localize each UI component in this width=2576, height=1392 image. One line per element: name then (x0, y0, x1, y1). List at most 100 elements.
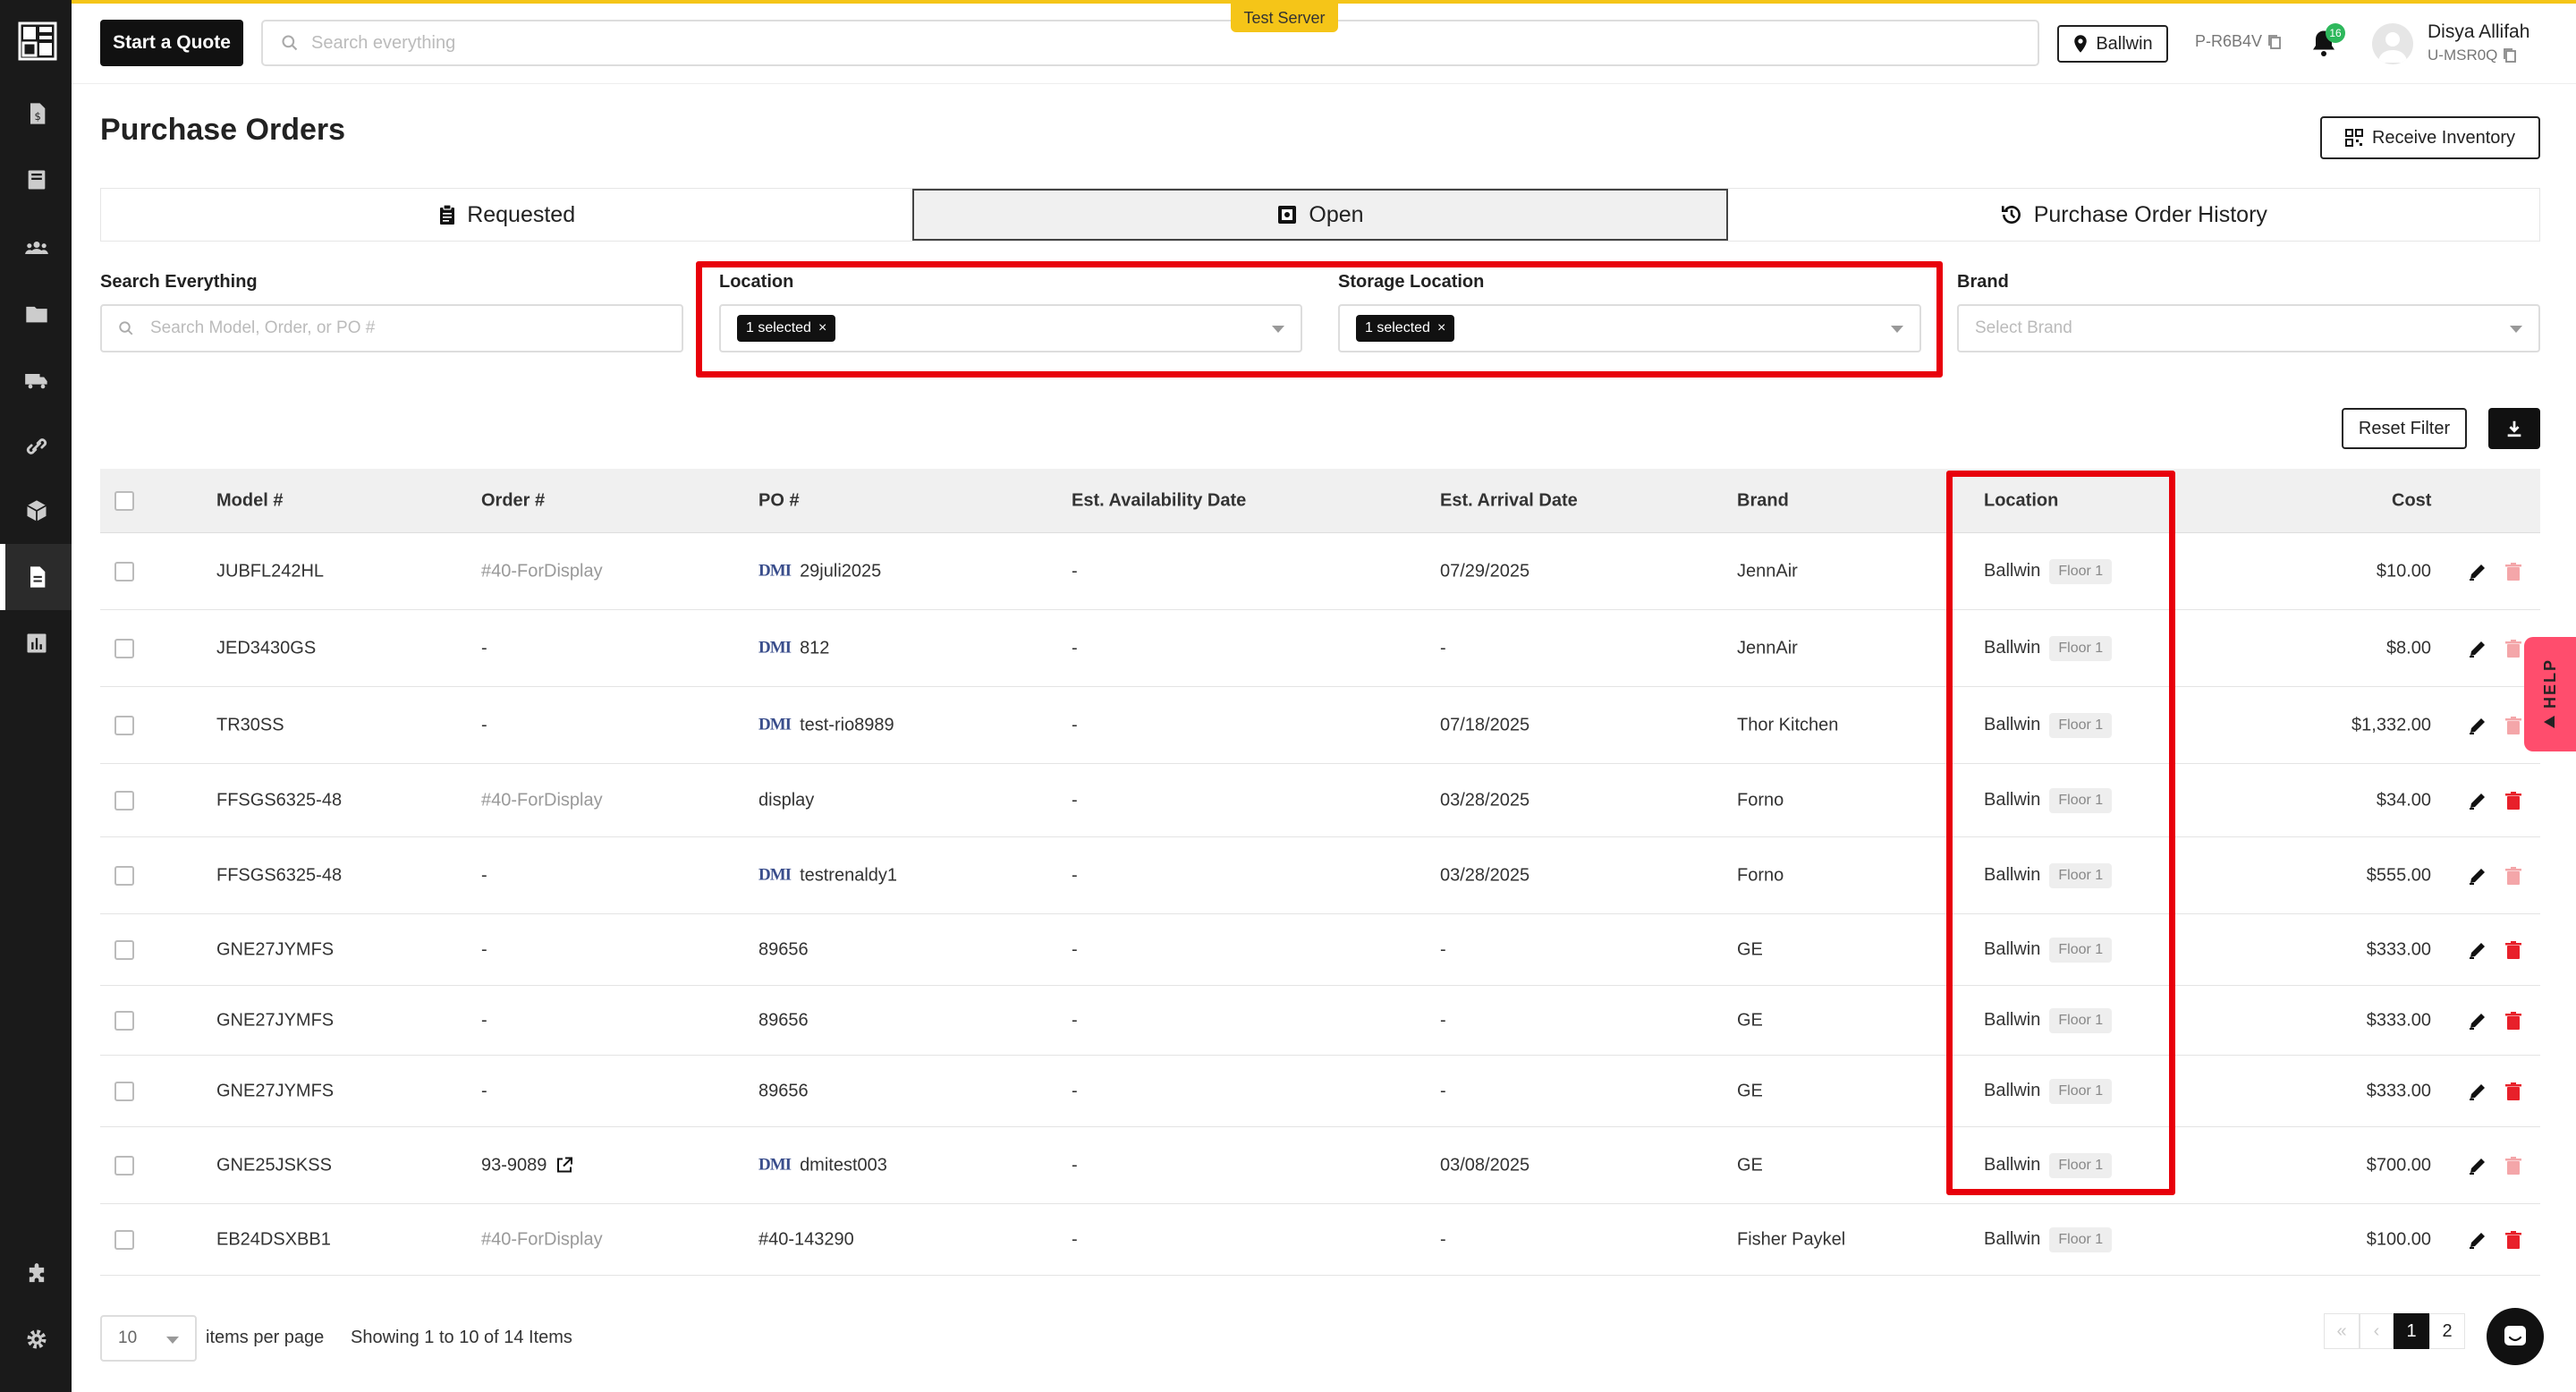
col-model[interactable]: Model # (216, 490, 283, 511)
edit-icon[interactable] (2467, 1010, 2488, 1031)
user-avatar[interactable] (2372, 23, 2413, 64)
page-1-button[interactable]: 1 (2394, 1313, 2429, 1349)
cell-brand: GE (1737, 1155, 1763, 1175)
brand-filter-select[interactable]: Select Brand (1957, 304, 2540, 352)
delete-icon[interactable] (2503, 939, 2524, 961)
location-selector-button[interactable]: Ballwin (2057, 25, 2168, 63)
top-header: Start a Quote Search everything Test Ser… (72, 4, 2576, 84)
items-per-page-select[interactable]: 10 (100, 1315, 197, 1362)
delete-icon[interactable] (2503, 561, 2524, 582)
dmi-logo: DMI (758, 715, 792, 734)
row-checkbox[interactable] (114, 790, 134, 811)
edit-icon[interactable] (2467, 715, 2488, 736)
col-est-availability[interactable]: Est. Availability Date (1072, 490, 1246, 511)
chat-launcher-button[interactable] (2487, 1308, 2544, 1365)
tab-purchase-order-history[interactable]: Purchase Order History (1728, 189, 2539, 241)
sidebar-reports-icon[interactable] (23, 630, 50, 657)
sidebar-folder-icon[interactable] (23, 301, 50, 327)
cell-model: GNE27JYMFS (216, 1010, 335, 1030)
cell-order-text: #40-ForDisplay (481, 1229, 603, 1249)
row-checkbox[interactable] (114, 1229, 134, 1250)
row-checkbox[interactable] (114, 865, 134, 886)
delete-icon[interactable] (2503, 790, 2524, 811)
row-checkbox[interactable] (114, 638, 134, 658)
cell-brand: Forno (1737, 865, 1784, 885)
cell-po: 89656 (758, 1081, 809, 1101)
tab-open[interactable]: Open (912, 189, 1728, 241)
sidebar-truck-icon[interactable] (23, 367, 50, 394)
cell-cost: $100.00 (2366, 1229, 2431, 1249)
reset-filter-button[interactable]: Reset Filter (2342, 408, 2467, 449)
edit-icon[interactable] (2467, 790, 2488, 811)
delete-icon[interactable] (2503, 1229, 2524, 1251)
cell-model: FFSGS6325-48 (216, 790, 343, 810)
sidebar-settings-icon[interactable] (23, 1326, 50, 1353)
filter-search-input[interactable]: Search Model, Order, or PO # (100, 304, 683, 352)
edit-icon[interactable] (2467, 638, 2488, 659)
edit-icon[interactable] (2467, 865, 2488, 887)
delete-icon[interactable] (2503, 1010, 2524, 1031)
row-checkbox[interactable] (114, 561, 134, 581)
tab-requested-label: Requested (467, 201, 576, 227)
sidebar-purchase-orders-icon[interactable] (23, 564, 50, 590)
cell-order-text: - (481, 715, 487, 734)
tab-requested[interactable]: Requested (101, 189, 912, 241)
delete-icon[interactable] (2503, 1081, 2524, 1102)
cell-order[interactable]: 93-9089 (481, 1155, 573, 1176)
cell-brand: JennAir (1737, 561, 1798, 581)
row-checkbox[interactable] (114, 939, 134, 960)
delete-icon[interactable] (2503, 715, 2524, 736)
table-row[interactable]: EB24DSXBB1 #40-ForDisplay #40-143290 - - Fish… (100, 1204, 2540, 1276)
row-checkbox[interactable] (114, 715, 134, 735)
filter-highlight-box (696, 261, 1943, 378)
sidebar-plugin-icon[interactable] (23, 1261, 50, 1288)
cell-est-availability: - (1072, 561, 1078, 581)
copy-icon[interactable] (2267, 34, 2282, 50)
first-page-button[interactable]: « (2324, 1313, 2360, 1349)
col-po[interactable]: PO # (758, 490, 800, 511)
delete-icon[interactable] (2503, 638, 2524, 659)
receive-inventory-button[interactable]: Receive Inventory (2320, 116, 2540, 159)
edit-icon[interactable] (2467, 1229, 2488, 1251)
p-code[interactable]: P-R6B4V (2195, 32, 2282, 51)
sidebar-invoice-icon[interactable]: $ (23, 100, 50, 127)
sidebar-register-icon[interactable] (23, 166, 50, 193)
cell-order: #40-ForDisplay (481, 790, 603, 811)
cell-location-text: Ballwin (1984, 1229, 2041, 1249)
delete-icon[interactable] (2503, 1155, 2524, 1176)
edit-icon[interactable] (2467, 1155, 2488, 1176)
help-arrow-icon (2544, 716, 2555, 728)
start-quote-button[interactable]: Start a Quote (100, 20, 243, 66)
select-all-checkbox[interactable] (114, 490, 134, 511)
app-logo-icon[interactable] (18, 21, 57, 61)
edit-icon[interactable] (2467, 939, 2488, 961)
cell-order: - (481, 865, 487, 886)
sidebar-box-icon[interactable] (23, 497, 50, 524)
cell-po-text: 812 (800, 638, 830, 658)
row-checkbox[interactable] (114, 1010, 134, 1031)
edit-icon[interactable] (2467, 1081, 2488, 1102)
download-button[interactable] (2488, 408, 2540, 449)
copy-icon[interactable] (2503, 47, 2517, 64)
sidebar-link-icon[interactable] (23, 433, 50, 460)
row-checkbox[interactable] (114, 1081, 134, 1101)
col-brand[interactable]: Brand (1737, 490, 1789, 511)
cell-est-arrival: - (1440, 1081, 1446, 1100)
prev-page-button[interactable]: ‹ (2360, 1313, 2394, 1349)
col-order[interactable]: Order # (481, 490, 545, 511)
global-search-input[interactable]: Search everything (261, 20, 2039, 66)
cell-est-availability: - (1072, 1155, 1078, 1175)
user-code[interactable]: U-MSR0Q (2428, 47, 2517, 64)
sidebar-customers-icon[interactable] (23, 234, 50, 261)
cell-po-text: 89656 (758, 939, 809, 959)
delete-icon[interactable] (2503, 865, 2524, 887)
col-est-arrival[interactable]: Est. Arrival Date (1440, 490, 1578, 511)
cell-brand: Fisher Paykel (1737, 1229, 1846, 1249)
edit-icon[interactable] (2467, 561, 2488, 582)
col-cost[interactable]: Cost (2392, 490, 2431, 511)
help-tab[interactable]: HELP (2524, 637, 2576, 751)
page-2-button[interactable]: 2 (2429, 1313, 2465, 1349)
row-checkbox[interactable] (114, 1155, 134, 1176)
history-icon (2001, 206, 2021, 224)
external-link-icon[interactable] (555, 1157, 573, 1175)
